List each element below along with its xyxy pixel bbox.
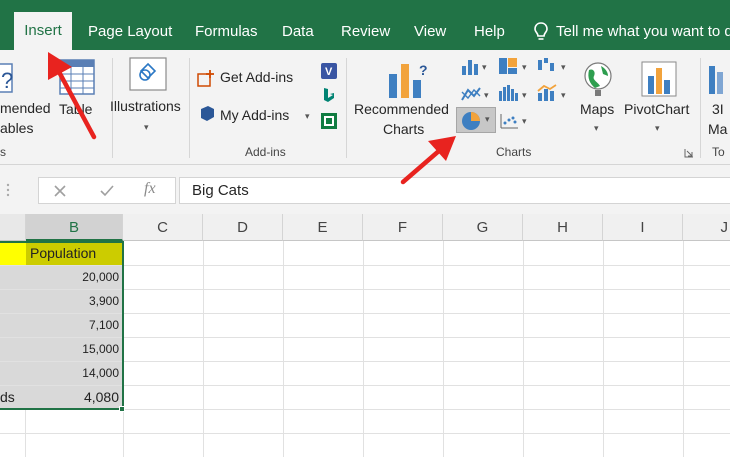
arrow-to-pie-chart [400, 136, 456, 185]
annotation-arrows [48, 52, 456, 185]
arrow-to-insert-tab [48, 52, 97, 140]
